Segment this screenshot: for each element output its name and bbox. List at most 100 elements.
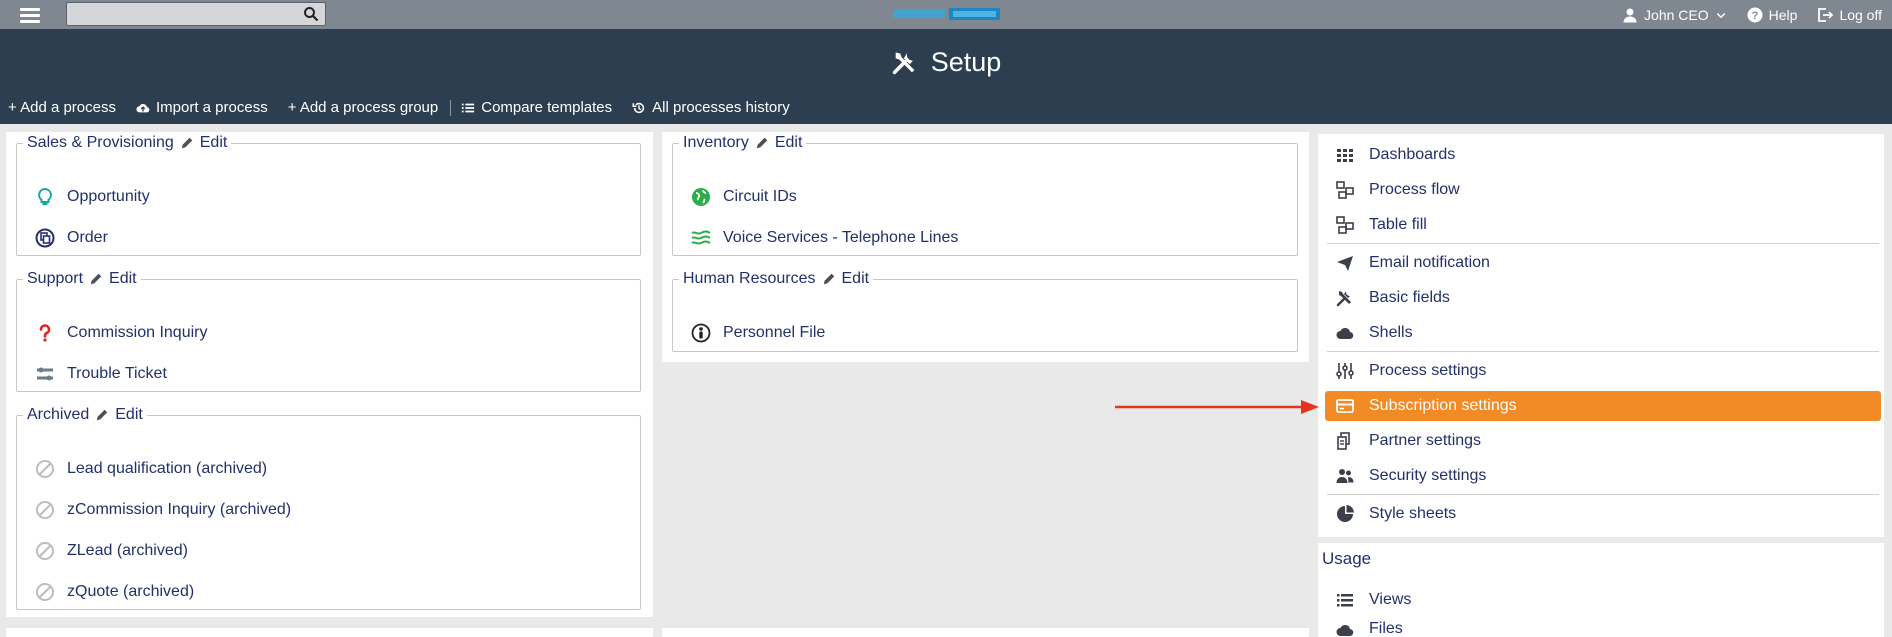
- settings-dashboards[interactable]: Dashboards: [1325, 140, 1881, 170]
- lightbulb-icon: [38, 187, 52, 205]
- settings-divider: [1327, 243, 1879, 244]
- add-group-button[interactable]: + Add a process group: [288, 99, 439, 116]
- group-support-title: Support: [27, 270, 84, 287]
- group-archived-legend: Archived Edit: [23, 406, 147, 424]
- logo-icon: [893, 8, 1000, 20]
- waves-icon: [691, 230, 711, 245]
- process-zcommission-inquiry[interactable]: zCommission Inquiry (archived): [35, 500, 291, 520]
- settings-divider: [1327, 351, 1879, 352]
- settings-divider: [1327, 494, 1879, 495]
- group-inventory-edit[interactable]: Edit: [755, 134, 802, 152]
- import-process-label: Import a process: [156, 99, 268, 116]
- process-voice-services[interactable]: Voice Services - Telephone Lines: [691, 228, 958, 248]
- settings-table-fill[interactable]: Table fill: [1325, 210, 1881, 240]
- page-header: Setup + Add a process Import a process +…: [0, 29, 1892, 124]
- cloud-upload-icon: [136, 103, 150, 112]
- history-button[interactable]: All processes history: [632, 99, 790, 116]
- flow-icon: [1336, 216, 1354, 234]
- ban-icon: [36, 542, 54, 560]
- settings-process-settings[interactable]: Process settings: [1325, 356, 1881, 386]
- usage-files[interactable]: Files: [1325, 620, 1881, 637]
- logoff-link[interactable]: Log off: [1817, 7, 1882, 23]
- toolbar-divider: [450, 99, 452, 116]
- group-archived-edit[interactable]: Edit: [95, 406, 143, 424]
- group-hr-edit[interactable]: Edit: [822, 270, 869, 288]
- group-sales-edit[interactable]: Edit: [180, 134, 228, 152]
- search-input[interactable]: [67, 3, 287, 25]
- history-icon: [632, 102, 645, 113]
- pencil-icon: [97, 409, 108, 421]
- group-inventory-title: Inventory: [683, 134, 749, 151]
- settings-shells[interactable]: Shells: [1325, 318, 1881, 348]
- tools-icon: [1336, 291, 1351, 307]
- pencil-icon: [756, 137, 768, 149]
- process-trouble-ticket[interactable]: Trouble Ticket: [35, 364, 167, 384]
- menu-icon[interactable]: [12, 4, 48, 26]
- add-process-button[interactable]: + Add a process: [8, 99, 116, 116]
- partner-icon: [1337, 432, 1350, 450]
- usage-label: Views: [1369, 591, 1412, 608]
- question-icon: [39, 324, 51, 342]
- globe-icon: [692, 188, 710, 206]
- compare-templates-label: Compare templates: [481, 99, 613, 116]
- settings-label: Basic fields: [1369, 289, 1450, 306]
- edit-label: Edit: [199, 134, 228, 151]
- list-icon: [1337, 594, 1353, 607]
- settings-partner-settings[interactable]: Partner settings: [1325, 426, 1881, 456]
- pie-chart-icon: [1337, 505, 1354, 522]
- search-icon[interactable]: [303, 6, 319, 22]
- settings-security-settings[interactable]: Security settings: [1325, 461, 1881, 491]
- help-label: Help: [1768, 6, 1798, 23]
- svg-text:?: ?: [1751, 10, 1758, 22]
- search-box: [66, 2, 326, 26]
- settings-basic-fields[interactable]: Basic fields: [1325, 283, 1881, 313]
- process-zlead[interactable]: ZLead (archived): [35, 541, 188, 561]
- settings-panel: Dashboards Process flow Table fill Email…: [1318, 134, 1884, 537]
- settings-process-flow[interactable]: Process flow: [1325, 175, 1881, 205]
- settings-label: Partner settings: [1369, 432, 1482, 449]
- group-hr: Human Resources Edit Personnel File: [672, 270, 1298, 352]
- process-label: zQuote (archived): [67, 583, 195, 600]
- process-circuit-ids[interactable]: Circuit IDs: [691, 187, 797, 207]
- process-zquote[interactable]: zQuote (archived): [35, 582, 194, 602]
- annotation-arrow: [1115, 400, 1319, 414]
- group-sales: Sales & Provisioning Edit Opportunity Or…: [16, 134, 641, 256]
- group-inventory-legend: Inventory Edit: [679, 134, 806, 152]
- middle-column-next: [662, 628, 1309, 637]
- group-archived-title: Archived: [27, 406, 90, 423]
- compare-templates-button[interactable]: Compare templates: [461, 99, 612, 116]
- process-personnel-file[interactable]: Personnel File: [691, 323, 825, 343]
- settings-style-sheets[interactable]: Style sheets: [1325, 499, 1881, 529]
- credit-card-icon: [1336, 399, 1354, 413]
- group-support-edit[interactable]: Edit: [89, 270, 137, 288]
- usage-title: Usage: [1322, 549, 1372, 568]
- process-lead-qualification[interactable]: Lead qualification (archived): [35, 459, 267, 479]
- process-label: Trouble Ticket: [67, 365, 167, 382]
- user-dropdown[interactable]: John CEO: [1622, 7, 1727, 23]
- history-label: All processes history: [652, 99, 790, 116]
- process-label: Lead qualification (archived): [67, 460, 268, 477]
- page-title: Setup: [930, 47, 1002, 77]
- process-order[interactable]: Order: [35, 228, 108, 248]
- logout-icon: [1818, 7, 1834, 22]
- process-opportunity[interactable]: Opportunity: [35, 187, 150, 207]
- cloud-icon: [1336, 624, 1354, 637]
- flow-icon: [1336, 181, 1354, 199]
- group-sales-title: Sales & Provisioning: [27, 134, 174, 151]
- help-link[interactable]: ? Help: [1747, 6, 1798, 23]
- usage-views[interactable]: Views: [1325, 585, 1881, 615]
- user-icon: [1623, 8, 1637, 22]
- wrench-icon: [37, 367, 53, 381]
- logoff-label: Log off: [1839, 6, 1882, 23]
- import-process-button[interactable]: Import a process: [136, 99, 268, 116]
- settings-label: Process flow: [1369, 181, 1460, 198]
- settings-subscription-settings[interactable]: Subscription settings: [1325, 391, 1881, 421]
- toolbar: + Add a process Import a process + Add a…: [8, 99, 810, 116]
- process-commission-inquiry[interactable]: Commission Inquiry: [35, 323, 207, 343]
- settings-email-notification[interactable]: Email notification: [1325, 248, 1881, 278]
- group-archived: Archived Edit Lead qualification (archiv…: [16, 406, 641, 610]
- settings-label: Email notification: [1369, 254, 1490, 271]
- question-circle-icon: ?: [1747, 7, 1763, 22]
- settings-label: Table fill: [1369, 216, 1427, 233]
- process-label: zCommission Inquiry (archived): [67, 501, 292, 518]
